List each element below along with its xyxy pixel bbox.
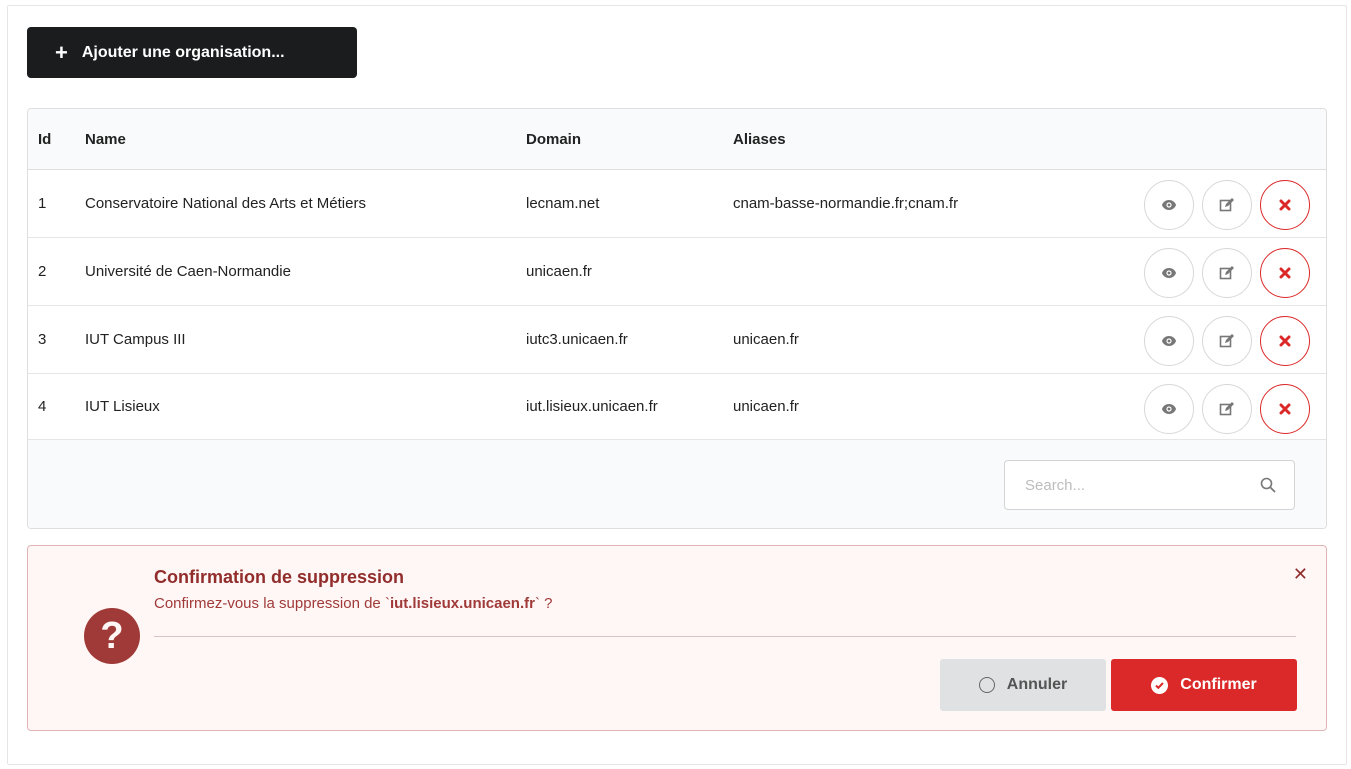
- close-icon: [1279, 267, 1291, 279]
- header-aliases[interactable]: Aliases: [733, 109, 786, 169]
- table-row: 3 IUT Campus III iutc3.unicaen.fr unicae…: [28, 306, 1326, 374]
- view-button[interactable]: [1144, 180, 1194, 230]
- close-icon[interactable]: ✕: [1293, 564, 1308, 585]
- close-icon: [1279, 199, 1291, 211]
- row-aliases: unicaen.fr: [733, 398, 799, 415]
- row-domain: lecnam.net: [526, 195, 600, 212]
- row-name: Conservatoire National des Arts et Métie…: [85, 195, 366, 212]
- add-organisation-label: Ajouter une organisation...: [81, 43, 285, 61]
- delete-button[interactable]: [1260, 180, 1310, 230]
- close-icon: [1279, 403, 1291, 415]
- edit-icon: [1219, 266, 1234, 280]
- edit-button[interactable]: [1202, 316, 1252, 366]
- view-button[interactable]: [1144, 316, 1194, 366]
- row-domain: unicaen.fr: [526, 263, 592, 280]
- edit-button[interactable]: [1202, 180, 1252, 230]
- search-box: [1004, 460, 1295, 510]
- message-target: iut.lisieux.unicaen.fr: [389, 595, 535, 612]
- row-domain: iut.lisieux.unicaen.fr: [526, 398, 658, 415]
- search-input[interactable]: [1023, 475, 1243, 495]
- edit-button[interactable]: [1202, 248, 1252, 298]
- edit-button[interactable]: [1202, 384, 1252, 434]
- header-domain[interactable]: Domain: [526, 109, 581, 169]
- edit-icon: [1219, 402, 1234, 416]
- edit-icon: [1219, 198, 1234, 212]
- confirmation-title: Confirmation de suppression: [154, 567, 405, 587]
- row-actions: [1144, 384, 1310, 434]
- table-header: Id Name Domain Aliases: [28, 109, 1326, 170]
- close-icon: [1279, 335, 1291, 347]
- eye-icon: [1162, 336, 1176, 346]
- row-actions: [1144, 248, 1310, 298]
- row-name: Université de Caen-Normandie: [85, 263, 291, 280]
- row-name: IUT Lisieux: [85, 398, 160, 415]
- view-button[interactable]: [1144, 384, 1194, 434]
- organisations-table: Id Name Domain Aliases 1 Conservatoire N…: [27, 108, 1327, 529]
- eye-icon: [1162, 404, 1176, 414]
- row-id: 1: [38, 195, 47, 212]
- divider: [154, 636, 1296, 637]
- message-suffix: ` ?: [534, 595, 553, 612]
- row-id: 3: [38, 331, 47, 348]
- plus-icon: +: [55, 39, 68, 65]
- row-domain: iutc3.unicaen.fr: [526, 331, 628, 348]
- search-icon[interactable]: [1260, 477, 1276, 493]
- edit-icon: [1219, 334, 1234, 348]
- delete-confirmation-message: ? Confirmation de suppression Confirmez-…: [27, 545, 1327, 731]
- row-actions: [1144, 180, 1310, 230]
- eye-icon: [1162, 200, 1176, 210]
- row-name: IUT Campus III: [85, 331, 186, 348]
- question-circle-icon: ?: [84, 608, 140, 664]
- delete-button[interactable]: [1260, 384, 1310, 434]
- eye-icon: [1162, 268, 1176, 278]
- confirmation-message: Confirmez-vous la suppression de `iut.li…: [154, 595, 553, 612]
- delete-button[interactable]: [1260, 316, 1310, 366]
- header-id[interactable]: Id: [38, 109, 51, 169]
- circle-outline-icon: [978, 677, 995, 693]
- table-footer: [28, 440, 1326, 528]
- view-button[interactable]: [1144, 248, 1194, 298]
- table-row: 1 Conservatoire National des Arts et Mét…: [28, 170, 1326, 238]
- table-row: 4 IUT Lisieux iut.lisieux.unicaen.fr uni…: [28, 374, 1326, 440]
- confirm-button[interactable]: Confirmer: [1111, 659, 1297, 711]
- delete-button[interactable]: [1260, 248, 1310, 298]
- row-aliases: unicaen.fr: [733, 331, 799, 348]
- row-id: 2: [38, 263, 47, 280]
- cancel-button[interactable]: Annuler: [940, 659, 1106, 711]
- confirm-label: Confirmer: [1180, 676, 1257, 693]
- row-aliases: cnam-basse-normandie.fr;cnam.fr: [733, 195, 959, 212]
- add-organisation-button[interactable]: + Ajouter une organisation...: [27, 27, 357, 78]
- table-row: 2 Université de Caen-Normandie unicaen.f…: [28, 238, 1326, 306]
- row-actions: [1144, 316, 1310, 366]
- row-id: 4: [38, 398, 47, 415]
- cancel-label: Annuler: [1006, 676, 1068, 693]
- message-prefix: Confirmez-vous la suppression de `: [154, 595, 390, 612]
- check-circle-icon: [1151, 676, 1169, 694]
- header-name[interactable]: Name: [85, 109, 126, 169]
